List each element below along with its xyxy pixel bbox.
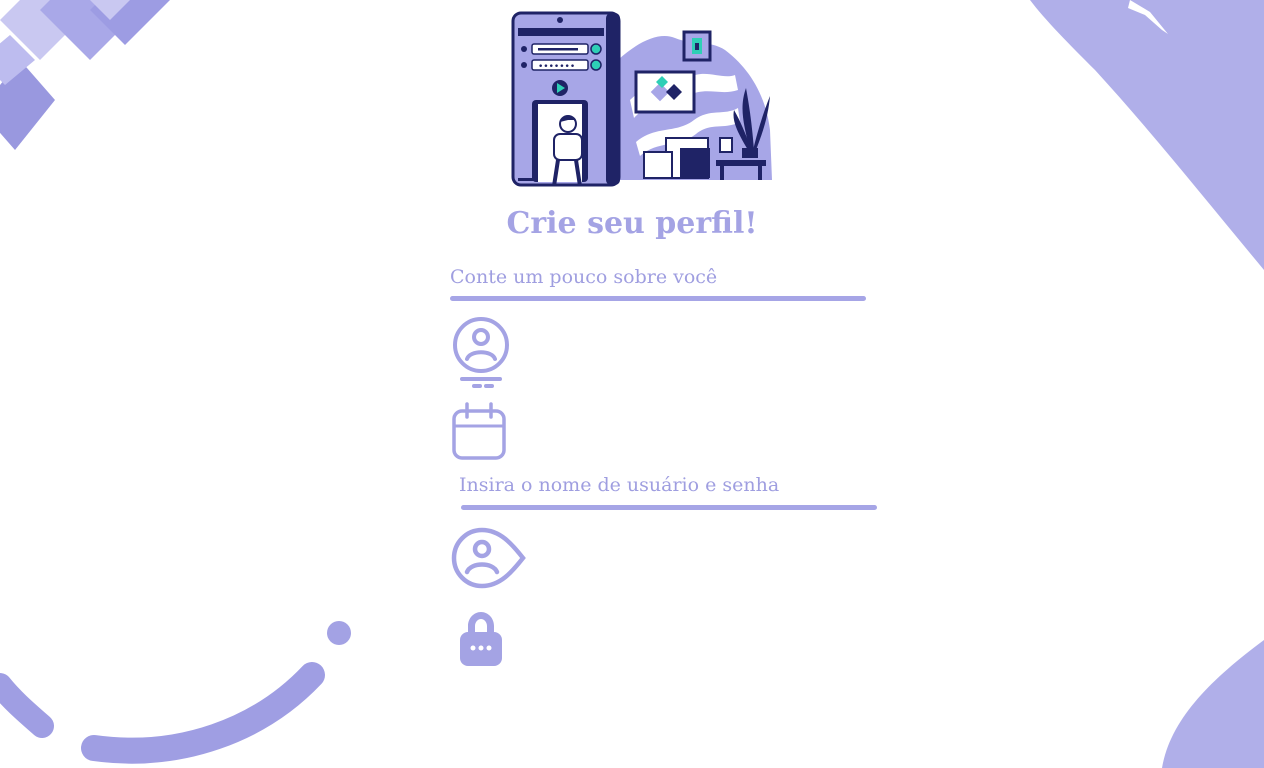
svg-text:•••••••: ••••••• bbox=[538, 62, 575, 72]
bottom-right-shape bbox=[1162, 640, 1264, 768]
section-underline-credentials bbox=[461, 505, 877, 510]
padlock-icon[interactable] bbox=[459, 610, 503, 668]
section-label-about: Conte um pouco sobre você bbox=[450, 266, 718, 288]
bottom-left-arc-b bbox=[81, 662, 325, 764]
hero-illustration: ••••••• bbox=[511, 11, 772, 187]
page-title: Crie seu perfil! bbox=[506, 206, 758, 241]
top-right-brush-mark bbox=[1128, 0, 1168, 34]
bottom-left-arc-a bbox=[0, 673, 54, 738]
bottom-left-dot bbox=[327, 621, 351, 645]
calendar-icon[interactable] bbox=[450, 402, 510, 462]
user-eye-icon[interactable] bbox=[450, 526, 528, 590]
user-circle-icon[interactable] bbox=[450, 314, 512, 392]
section-underline-about bbox=[450, 296, 866, 301]
section-label-credentials: Insira o nome de usuário e senha bbox=[459, 474, 780, 496]
top-left-diamonds bbox=[0, 0, 170, 150]
